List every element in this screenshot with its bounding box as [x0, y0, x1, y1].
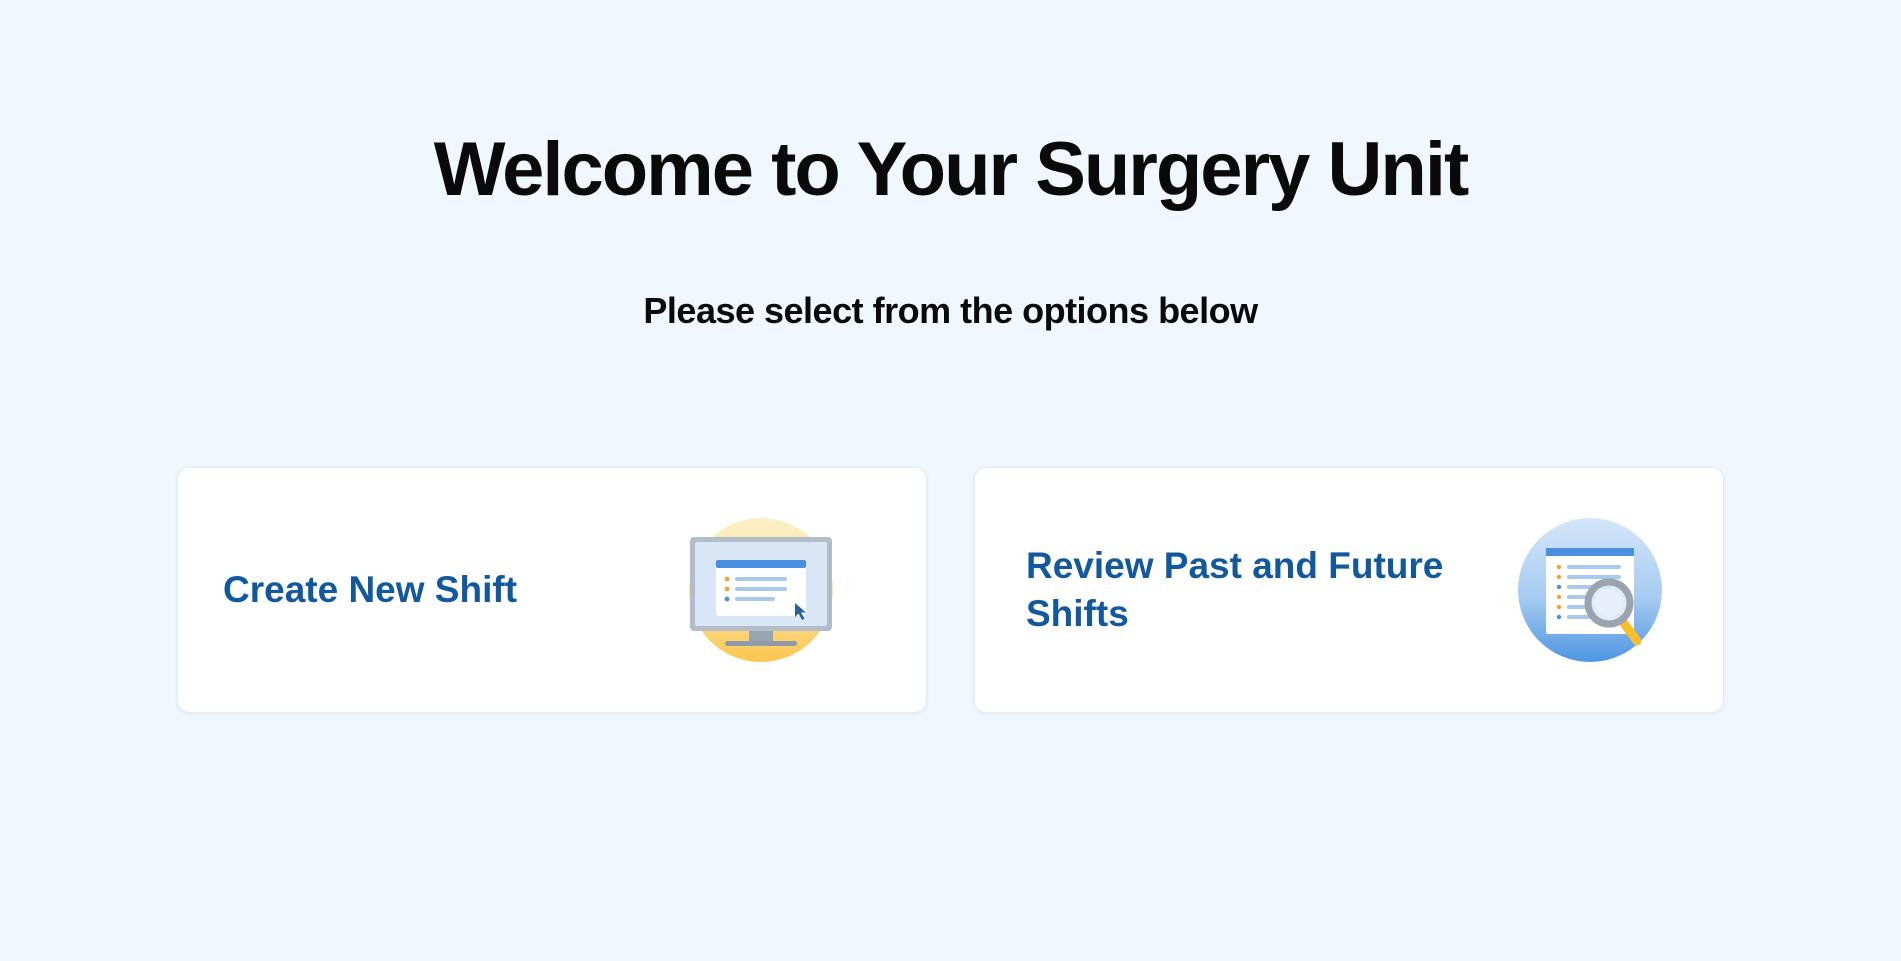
create-new-shift-card[interactable]: Create New Shift — [177, 467, 927, 713]
home-page: Welcome to Your Surgery Unit Please sele… — [0, 0, 1901, 961]
review-shifts-label: Review Past and Future Shifts — [1026, 545, 1444, 634]
review-shifts-card[interactable]: Review Past and Future Shifts — [974, 467, 1724, 713]
computer-monitor-icon — [688, 517, 834, 663]
page-title: Welcome to Your Surgery Unit — [433, 127, 1470, 212]
create-new-shift-label: Create New Shift — [223, 569, 518, 610]
page-subtitle: Please select from the options below — [643, 290, 1258, 331]
document-search-icon — [1517, 517, 1663, 663]
